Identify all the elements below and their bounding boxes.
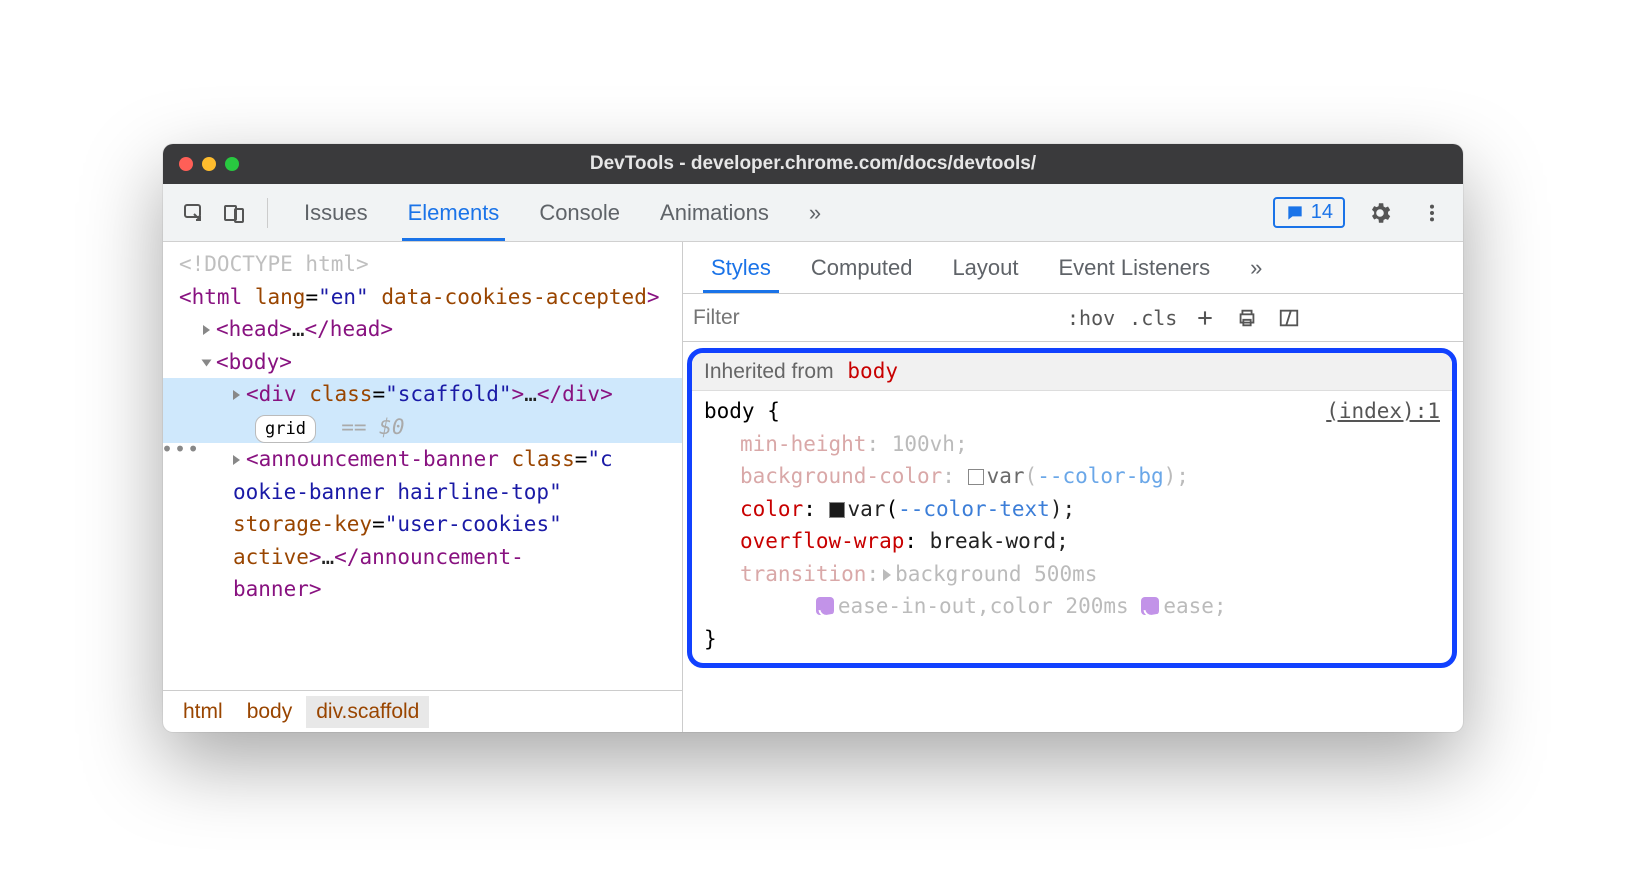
inherited-header: Inherited from body xyxy=(692,353,1452,391)
rule-close-brace: } xyxy=(704,623,1440,656)
prop-transition[interactable]: transition:background 500ms ease-in-out,… xyxy=(704,558,1440,623)
breadcrumb: html body div.scaffold xyxy=(163,690,682,732)
computed-toggle-icon[interactable] xyxy=(1275,304,1303,332)
tab-event-listeners[interactable]: Event Listeners xyxy=(1039,242,1231,293)
styles-panel: Styles Computed Layout Event Listeners »… xyxy=(683,242,1463,732)
device-toggle-icon[interactable] xyxy=(217,196,251,230)
panel-tabs: Issues Elements Console Animations » xyxy=(284,184,841,241)
title-bar: DevTools - developer.chrome.com/docs/dev… xyxy=(163,144,1463,184)
sidebar-tabs-overflow-icon[interactable]: » xyxy=(1230,242,1282,293)
sidebar-tabs: Styles Computed Layout Event Listeners » xyxy=(683,242,1463,294)
tab-animations[interactable]: Animations xyxy=(640,184,789,241)
prop-color[interactable]: color: var(--color-text); xyxy=(704,493,1440,526)
kebab-menu-icon[interactable] xyxy=(1415,196,1449,230)
hov-toggle[interactable]: :hov xyxy=(1067,306,1115,330)
dollar-zero: == $0 xyxy=(341,415,404,439)
body-node[interactable]: <body> xyxy=(179,346,682,379)
inspect-icon[interactable] xyxy=(177,196,211,230)
prop-overflow-wrap[interactable]: overflow-wrap: break-word; xyxy=(704,525,1440,558)
prop-min-height[interactable]: min-height: 100vh; xyxy=(704,428,1440,461)
elements-panel: ••• <!DOCTYPE html> <html lang="en" data… xyxy=(163,242,683,732)
separator xyxy=(267,198,268,228)
announcement-banner-node[interactable]: <announcement-banner class="cookie-banne… xyxy=(179,443,682,606)
inherited-styles-highlight: Inherited from body body { (index):1 min… xyxy=(687,348,1457,668)
tab-issues[interactable]: Issues xyxy=(284,184,388,241)
print-icon[interactable] xyxy=(1233,304,1261,332)
messages-badge[interactable]: 14 xyxy=(1273,197,1345,228)
selector[interactable]: body { xyxy=(704,395,780,428)
head-node[interactable]: <head>…</head> xyxy=(179,313,682,346)
crumb-html[interactable]: html xyxy=(173,696,233,728)
tab-elements[interactable]: Elements xyxy=(388,184,520,241)
dom-tree[interactable]: ••• <!DOCTYPE html> <html lang="en" data… xyxy=(163,242,682,690)
messages-count: 14 xyxy=(1311,201,1333,224)
bezier-icon[interactable] xyxy=(1141,597,1159,615)
main-toolbar: Issues Elements Console Animations » 14 xyxy=(163,184,1463,242)
tab-computed[interactable]: Computed xyxy=(791,242,933,293)
doctype-node[interactable]: <!DOCTYPE html> xyxy=(179,248,682,281)
bezier-icon[interactable] xyxy=(816,597,834,615)
prop-background-color[interactable]: background-color: var(--color-bg); xyxy=(704,460,1440,493)
filter-input[interactable] xyxy=(693,306,1053,330)
tab-layout[interactable]: Layout xyxy=(932,242,1038,293)
crumb-selected[interactable]: div.scaffold xyxy=(306,696,429,728)
crumb-body[interactable]: body xyxy=(237,696,303,728)
color-swatch-icon[interactable] xyxy=(829,502,845,518)
window-title: DevTools - developer.chrome.com/docs/dev… xyxy=(163,153,1463,175)
grid-badge[interactable]: grid xyxy=(255,415,316,443)
tab-console[interactable]: Console xyxy=(519,184,640,241)
color-swatch-icon[interactable] xyxy=(968,469,984,485)
source-link[interactable]: (index):1 xyxy=(1326,395,1440,428)
settings-icon[interactable] xyxy=(1363,196,1397,230)
styles-filter-bar: :hov .cls xyxy=(683,294,1463,342)
selected-node[interactable]: <div class="scaffold">…</div> xyxy=(179,378,682,411)
inherited-from-link[interactable]: body xyxy=(847,359,898,383)
expand-icon[interactable] xyxy=(883,569,891,581)
tab-styles[interactable]: Styles xyxy=(691,242,791,293)
devtools-window: DevTools - developer.chrome.com/docs/dev… xyxy=(163,144,1463,732)
new-rule-icon[interactable] xyxy=(1191,304,1219,332)
html-node[interactable]: <html lang="en" data-cookies-accepted> xyxy=(179,281,682,314)
tabs-overflow-icon[interactable]: » xyxy=(789,184,841,241)
cls-toggle[interactable]: .cls xyxy=(1129,306,1177,330)
css-rule[interactable]: body { (index):1 min-height: 100vh; back… xyxy=(692,391,1452,663)
overflow-dots-icon[interactable]: ••• xyxy=(163,434,200,465)
